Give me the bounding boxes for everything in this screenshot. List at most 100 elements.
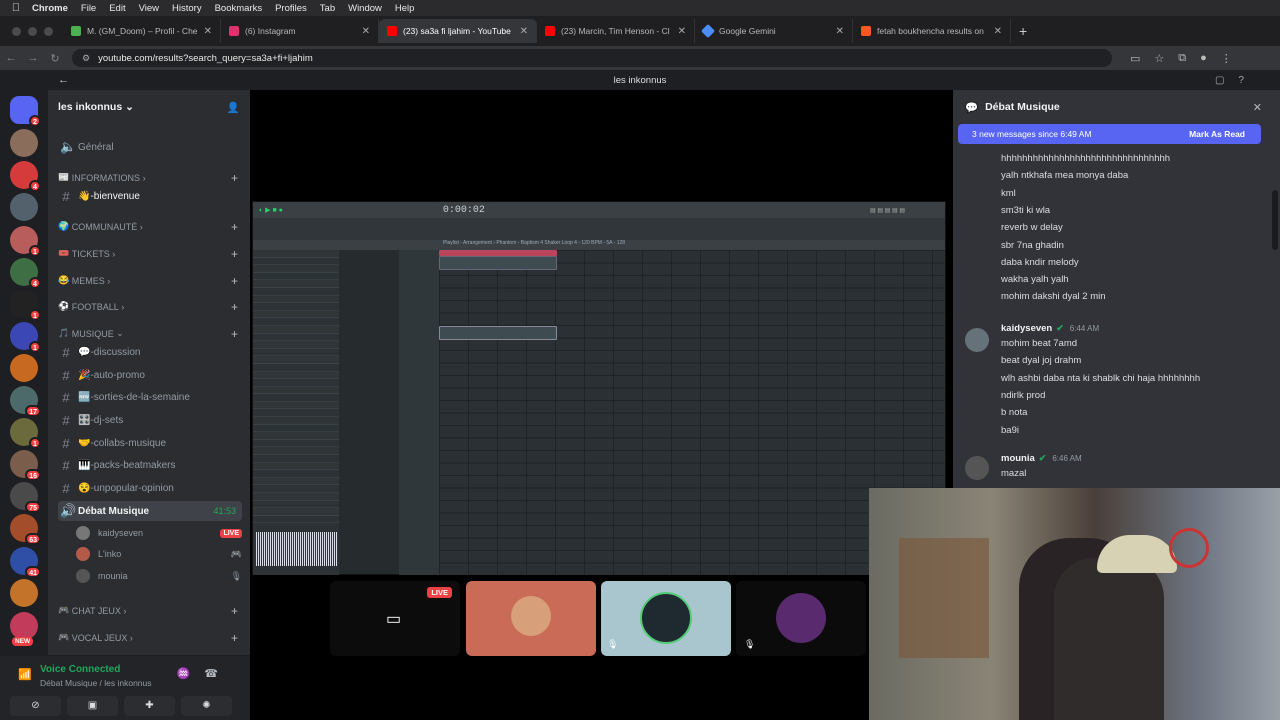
server-icon[interactable] [10,129,38,157]
menu-profiles[interactable]: Profiles [275,3,307,14]
channel-unpopular[interactable]: # 😵-unpopular-opinion [58,478,242,498]
channel-auto-promo[interactable]: # 🎉-auto-promo [58,365,242,385]
voice-user-kaidyseven[interactable]: kaidyseven LIVE [76,523,242,543]
menu-window[interactable]: Window [348,3,382,14]
close-icon[interactable]: ✕ [362,26,370,37]
menu-view[interactable]: View [139,3,159,14]
close-icon[interactable]: ✕ [994,26,1002,37]
server-header[interactable]: les inkonnus ⌄ 👤 [48,90,250,124]
tab-profile[interactable]: M. (GM_Doom) – Profil - Che ✕ [63,19,221,43]
add-channel-icon[interactable]: + [231,220,238,234]
close-icon[interactable]: ✕ [678,26,686,37]
server-icon[interactable]: 41 [10,547,41,578]
window-controls[interactable] [0,26,63,36]
back-arrow-icon[interactable]: ← [58,74,69,86]
mark-as-read-button[interactable]: Mark As Read [1189,129,1245,139]
close-icon[interactable]: ✕ [836,26,844,37]
author-name[interactable]: kaidyseven [1001,323,1052,334]
category-football[interactable]: ⚽ FOOTBALL › + [58,300,238,314]
inbox-help-icons[interactable]: ▢? [1215,75,1258,86]
reload-icon[interactable]: ↻ [44,52,66,65]
chat-scrollbar[interactable] [1272,190,1278,250]
tile-screenshare[interactable]: LIVE ▭ [330,581,460,656]
tab-instagram[interactable]: (6) Instagram ✕ [221,19,379,43]
forward-icon[interactable]: → [22,52,44,64]
tile-linko[interactable] [466,581,596,656]
server-icon[interactable] [10,579,38,607]
shared-screen-fl-studio[interactable]: ◐ ▶ ■ ● 0:00:02 ▤ ▤ ▤ ▤ ▤ Playlist - Arr… [252,201,946,575]
server-icon[interactable]: 16 [10,450,41,481]
server-icon[interactable]: 63 [10,514,41,545]
server-icon[interactable]: 4 [10,161,41,192]
menu-history[interactable]: History [172,3,202,14]
server-icon[interactable]: 4 [10,258,41,289]
server-icon[interactable] [10,354,38,382]
server-icon[interactable]: 1 [10,226,41,257]
tab-results[interactable]: fetah boukhencha results on ✕ [853,19,1011,43]
channel-sorties[interactable]: # 🆕-sorties-de-la-semaine [58,387,242,407]
tile-mounia[interactable]: 🎙 [736,581,866,656]
voice-user-mounia[interactable]: mounia 🎙 [76,566,242,586]
close-icon[interactable]: ✕ [204,26,212,37]
server-icon[interactable]: NEW [10,612,38,646]
add-channel-icon[interactable]: + [231,327,238,341]
avatar[interactable] [965,328,989,352]
server-icon[interactable] [10,193,38,221]
channel-discussion[interactable]: # 💬-discussion [58,342,242,362]
server-icon[interactable]: 1 [10,322,41,353]
site-info-icon[interactable]: ⚙ [82,53,90,64]
message-author[interactable]: kaidyseven ✔ 6:44 AM [1001,323,1099,334]
add-user-icon[interactable]: 👤 [227,101,240,114]
menu-help[interactable]: Help [395,3,415,14]
add-channel-icon[interactable]: + [231,247,238,261]
menu-chrome[interactable]: Chrome [32,3,68,14]
address-bar[interactable]: ⚙ youtube.com/results?search_query=sa3a+… [72,49,1112,67]
cast-icon[interactable]: ▭ [1130,52,1140,65]
add-channel-icon[interactable]: + [231,171,238,185]
noise-disconnect-icons[interactable]: ♒☎ [177,667,232,680]
server-icon[interactable]: 75 [10,482,41,513]
category-chat-jeux[interactable]: 🎮 CHAT JEUX › + [58,604,238,618]
new-tab-button[interactable]: + [1011,23,1027,39]
apple-icon[interactable]:  [0,2,32,14]
message-author[interactable]: mounia ✔ 6:46 AM [1001,453,1082,464]
category-vocal-jeux[interactable]: 🎮 VOCAL JEUX › + [58,631,238,645]
menu-tab[interactable]: Tab [320,3,335,14]
tab-youtube-active[interactable]: (23) sa3a fi ljahim - YouTube ✕ [379,19,537,43]
soundboard-button[interactable]: ✺ [181,696,232,716]
discord-home-icon[interactable]: 2 [10,96,41,127]
server-icon[interactable]: 17 [10,386,41,417]
menu-bookmarks[interactable]: Bookmarks [215,3,263,14]
profile-avatar[interactable]: ● [1200,52,1207,65]
category-musique[interactable]: 🎵 MUSIQUE ⌄ + [58,327,238,341]
close-icon[interactable]: ✕ [520,26,528,37]
close-icon[interactable]: ✕ [1253,101,1262,114]
voice-user-linko[interactable]: L'inko 🎮 [76,544,242,564]
signal-icon[interactable]: 📶 [18,668,32,681]
add-channel-icon[interactable]: + [231,274,238,288]
channel-general[interactable]: 🔈 Général [58,137,242,157]
tab-youtube-2[interactable]: (23) Marcin, Tim Henson - Cl ✕ [537,19,695,43]
category-memes[interactable]: 😂 MEMES › + [58,274,238,288]
server-icon[interactable]: 1 [10,418,41,449]
bookmark-star-icon[interactable]: ☆ [1154,52,1164,65]
extensions-icon[interactable]: ⧉ [1178,52,1186,65]
server-icon[interactable]: 1 [10,290,41,321]
channel-collabs[interactable]: # 🤝-collabs-musique [58,433,242,453]
voice-channel-path[interactable]: Débat Musique / les inkonnus [40,678,152,688]
avatar[interactable] [965,456,989,480]
menu-kebab-icon[interactable]: ⋮ [1221,52,1232,65]
channel-packs[interactable]: # 🎹-packs-beatmakers [58,455,242,475]
add-channel-icon[interactable]: + [231,631,238,645]
menu-edit[interactable]: Edit [109,3,125,14]
activities-button[interactable]: ✚ [124,696,175,716]
menu-file[interactable]: File [81,3,96,14]
tile-kaidyseven[interactable]: 🎙 [601,581,731,656]
channel-debat-musique[interactable]: 🔊 Débat Musique 41:53 [58,501,242,521]
author-name[interactable]: mounia [1001,453,1035,464]
channel-dj-sets[interactable]: # 🎛️-dj-sets [58,410,242,430]
screenshare-button[interactable]: ▣ [67,696,118,716]
camera-off-button[interactable]: ⊘ [10,696,61,716]
channel-bienvenue[interactable]: # 👋-bienvenue [58,186,242,206]
tab-gemini[interactable]: Google Gemini ✕ [695,19,853,43]
